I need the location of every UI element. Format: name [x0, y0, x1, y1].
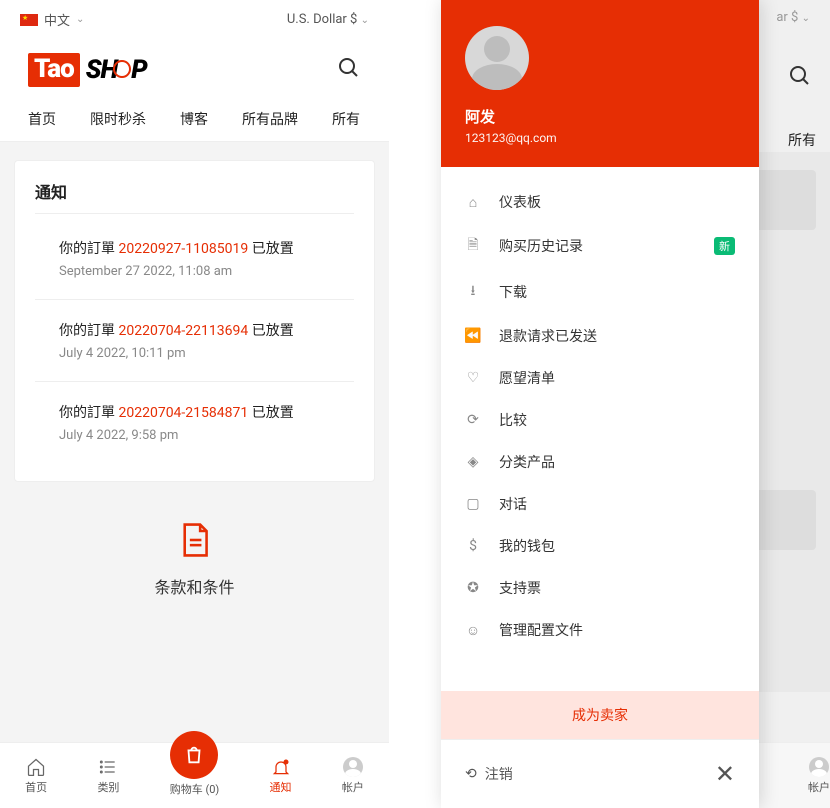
download-icon: ⭳: [465, 280, 481, 304]
main-nav: 首页 限时秒杀 博客 所有品牌 所有: [0, 101, 389, 142]
drawer-item-downloads[interactable]: ⭳下载: [441, 269, 759, 315]
tab-notifications[interactable]: 通知: [270, 757, 292, 795]
drawer-item-purchase-history[interactable]: 🗎购买历史记录新: [441, 223, 759, 269]
notification-date: September 27 2022, 11:08 am: [59, 264, 354, 279]
cart-fab[interactable]: [170, 731, 218, 779]
user-email: 123123@qq.com: [465, 131, 735, 145]
terms-link[interactable]: 条款和条件: [14, 522, 375, 598]
notification-item[interactable]: 你的訂單 20220704-21584871 已放置 July 4 2022, …: [35, 381, 354, 463]
tab-categories[interactable]: 类别: [97, 757, 119, 795]
currency-peek: ar $ ⌄: [776, 10, 810, 25]
user-avatar[interactable]: [465, 26, 529, 90]
account-drawer: 阿发 123123@qq.com ⌂仪表板 🗎购买历史记录新 ⭳下载 ⏪退款请求…: [441, 0, 759, 808]
tab-home[interactable]: 首页: [25, 757, 47, 795]
ticket-icon: ✪: [465, 580, 481, 596]
home-icon: ⌂: [465, 194, 481, 211]
search-icon[interactable]: [788, 64, 812, 92]
diamond-icon: ◈: [465, 454, 481, 470]
nav-more[interactable]: 所有: [332, 109, 360, 141]
nav-peek: 所有: [788, 130, 816, 150]
currency-label: U.S. Dollar $: [287, 12, 358, 27]
file-icon: 🗎: [465, 234, 481, 258]
avatar-icon: [343, 757, 363, 777]
chat-icon: ▢: [465, 496, 481, 512]
chevron-down-icon: ⌄: [76, 14, 84, 25]
cart-icon: [113, 60, 131, 78]
card-title: 通知: [35, 179, 354, 203]
drawer-item-classified[interactable]: ◈分类产品: [441, 441, 759, 483]
nav-flash[interactable]: 限时秒杀: [90, 109, 146, 141]
user-name: 阿发: [465, 106, 735, 127]
drawer-item-dashboard[interactable]: ⌂仪表板: [441, 181, 759, 223]
notifications-card: 通知 你的訂單 20220927-11085019 已放置 September …: [14, 160, 375, 482]
flag-icon: [20, 14, 38, 26]
language-label: 中文: [44, 10, 70, 29]
tab-cart[interactable]: 购物车 (0): [170, 755, 220, 797]
new-badge: 新: [714, 237, 735, 255]
drawer-item-conversations[interactable]: ▢对话: [441, 483, 759, 525]
heart-icon: ♡: [465, 370, 481, 386]
drawer-item-wallet[interactable]: $我的钱包: [441, 525, 759, 567]
notification-item[interactable]: 你的訂單 20220704-22113694 已放置 July 4 2022, …: [35, 299, 354, 381]
drawer-item-wishlist[interactable]: ♡愿望清单: [441, 357, 759, 399]
logout-icon: ⟲: [465, 766, 477, 782]
drawer-item-compare[interactable]: ⟳比较: [441, 399, 759, 441]
close-icon[interactable]: ✕: [715, 760, 735, 788]
avatar-icon: [809, 757, 829, 777]
tab-account-peek[interactable]: 帐户: [808, 757, 830, 795]
dollar-icon: $: [465, 538, 481, 554]
tab-account[interactable]: 帐户: [342, 757, 364, 795]
drawer-item-support[interactable]: ✪支持票: [441, 567, 759, 609]
notification-date: July 4 2022, 10:11 pm: [59, 346, 354, 361]
drawer-item-profile[interactable]: ☺管理配置文件: [441, 609, 759, 651]
nav-brands[interactable]: 所有品牌: [242, 109, 298, 141]
rewind-icon: ⏪: [465, 328, 481, 344]
nav-home[interactable]: 首页: [28, 109, 56, 141]
user-icon: ☺: [465, 622, 481, 639]
nav-blog[interactable]: 博客: [180, 109, 208, 141]
chevron-down-icon: ⌄: [361, 15, 369, 26]
notification-date: July 4 2022, 9:58 pm: [59, 428, 354, 443]
notification-item[interactable]: 你的訂單 20220927-11085019 已放置 September 27 …: [35, 213, 354, 299]
refresh-icon: ⟳: [465, 412, 481, 428]
drawer-item-refunds[interactable]: ⏪退款请求已发送: [441, 315, 759, 357]
bottom-tabbar: 首页 类别 购物车 (0) 通知 帐户: [0, 742, 389, 808]
search-icon[interactable]: [337, 56, 361, 84]
become-seller-button[interactable]: 成为卖家: [441, 691, 759, 739]
site-logo[interactable]: Tao SHP: [28, 53, 147, 87]
language-selector[interactable]: 中文 ⌄: [20, 10, 84, 29]
drawer-header: 阿发 123123@qq.com: [441, 0, 759, 167]
currency-selector[interactable]: U.S. Dollar $ ⌄: [287, 12, 369, 27]
logout-button[interactable]: ⟲ 注销: [465, 764, 513, 784]
